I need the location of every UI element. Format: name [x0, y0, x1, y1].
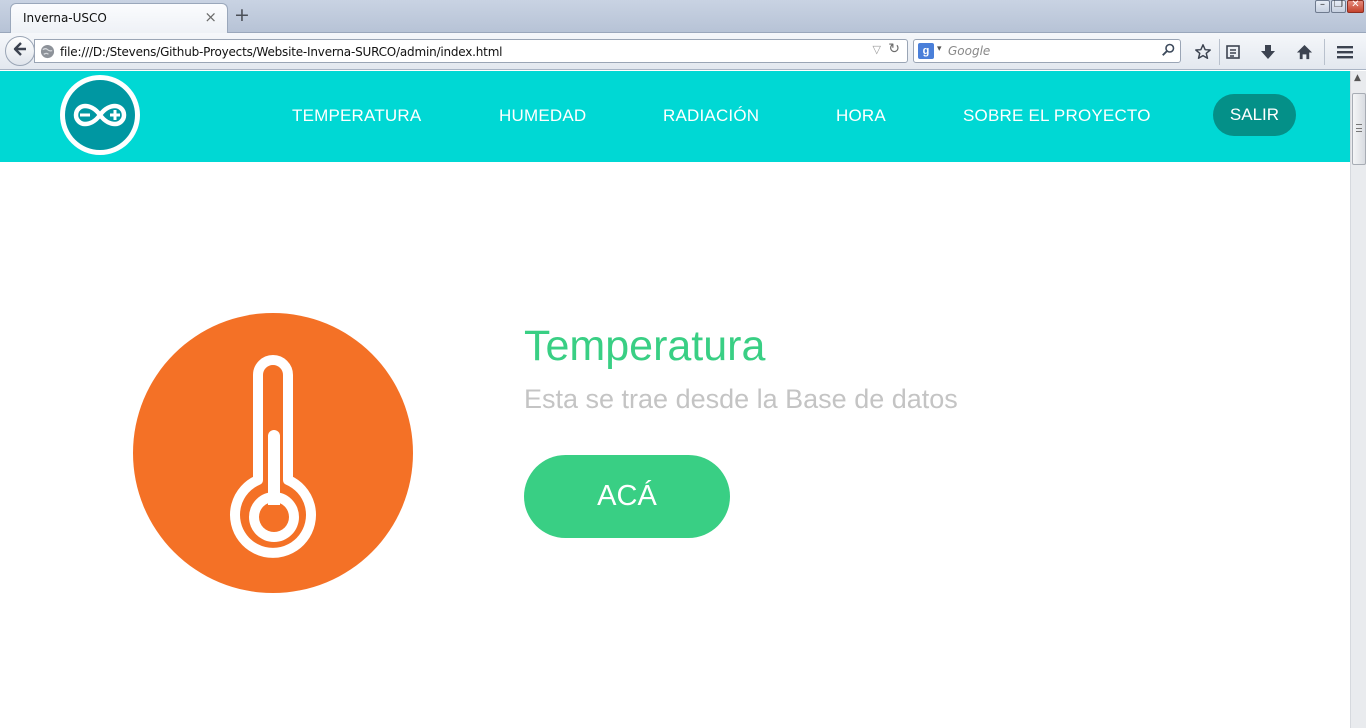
reading-list-icon[interactable]	[1223, 42, 1243, 62]
globe-icon	[40, 44, 55, 64]
search-engine-dropdown-icon[interactable]: ▾	[937, 44, 942, 54]
close-window-button[interactable]: ✕	[1347, 0, 1364, 13]
nav-link-hora[interactable]: HORA	[836, 106, 886, 126]
thermometer-icon	[133, 313, 413, 593]
url-dropdown-icon[interactable]: ▽	[873, 43, 881, 56]
google-icon[interactable]: g	[918, 43, 934, 59]
site-header: TEMPERATURA HUMEDAD RADIACIÓN HORA SOBRE…	[0, 71, 1350, 162]
restore-button[interactable]: ❐	[1331, 0, 1346, 13]
tab-close-icon[interactable]: ×	[204, 8, 217, 26]
back-arrow-icon	[12, 41, 28, 62]
address-bar[interactable]: file:///D:/Stevens/Github-Proyects/Websi…	[34, 39, 908, 63]
menu-icon[interactable]	[1335, 42, 1355, 62]
close-icon: ✕	[1351, 0, 1360, 10]
toolbar-divider	[1219, 39, 1220, 65]
site-logo[interactable]	[60, 75, 140, 155]
tab-title: Inverna-USCO	[23, 11, 107, 25]
window-controls: – ❐ ✕	[1315, 0, 1364, 13]
browser-tabstrip: Inverna-USCO × + – ❐ ✕	[0, 0, 1366, 33]
scroll-up-icon[interactable]: ▲	[1354, 73, 1361, 83]
reload-icon[interactable]: ↻	[888, 41, 900, 57]
url-text[interactable]: file:///D:/Stevens/Github-Proyects/Websi…	[60, 45, 503, 59]
browser-tab-active[interactable]: Inverna-USCO ×	[10, 3, 228, 33]
nav-link-temperatura[interactable]: TEMPERATURA	[292, 106, 421, 126]
page-scrollbar[interactable]: ▲	[1350, 71, 1366, 728]
minimize-button[interactable]: –	[1315, 0, 1330, 13]
page-title: Temperatura	[524, 322, 766, 370]
browser-toolbar: file:///D:/Stevens/Github-Proyects/Websi…	[0, 33, 1366, 70]
nav-link-humedad[interactable]: HUMEDAD	[499, 106, 586, 126]
toolbar-divider	[1324, 39, 1325, 65]
restore-icon: ❐	[1334, 0, 1343, 10]
bookmark-star-icon[interactable]	[1193, 42, 1213, 62]
aca-button[interactable]: ACÁ	[524, 455, 730, 538]
scroll-grip-icon	[1356, 124, 1362, 132]
logout-button[interactable]: SALIR	[1213, 94, 1296, 136]
nav-link-radiacion[interactable]: RADIACIÓN	[663, 106, 759, 126]
page-subtitle: Esta se trae desde la Base de datos	[524, 384, 958, 414]
arduino-infinity-icon	[65, 80, 135, 150]
back-button[interactable]	[5, 36, 35, 66]
home-icon[interactable]	[1294, 42, 1314, 62]
download-icon[interactable]	[1258, 42, 1278, 62]
scrollbar-thumb[interactable]	[1352, 93, 1366, 165]
new-tab-button[interactable]: +	[234, 4, 250, 26]
nav-link-sobre-el-proyecto[interactable]: SOBRE EL PROYECTO	[963, 106, 1151, 126]
search-bar: g ▾	[913, 39, 1181, 63]
search-input[interactable]	[948, 43, 1153, 59]
minimize-icon: –	[1320, 0, 1325, 10]
search-icon[interactable]	[1161, 43, 1175, 62]
